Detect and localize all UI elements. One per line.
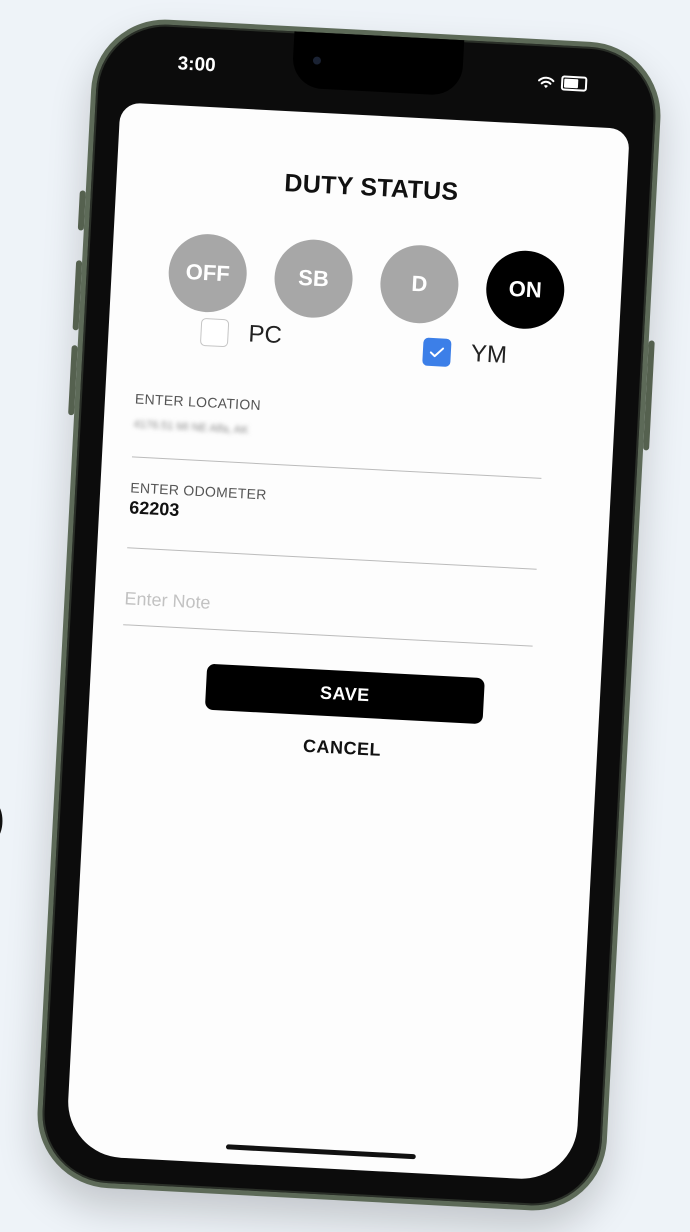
- status-on-button[interactable]: ON: [484, 248, 567, 331]
- stage: ) 3:00 DUTY STATUS OFF SB: [0, 0, 690, 1232]
- phone-frame: 3:00 DUTY STATUS OFF SB D ON PC YM ENTER…: [33, 15, 665, 1215]
- battery-icon: [560, 75, 588, 92]
- camera-icon: [312, 56, 322, 65]
- volume-up-button: [72, 260, 83, 331]
- wifi-icon: [538, 76, 555, 88]
- pc-checkbox-label: PC: [247, 320, 283, 350]
- note-input[interactable]: [123, 578, 536, 631]
- app-screen: DUTY STATUS OFF SB D ON PC YM ENTER LOCA…: [65, 102, 630, 1182]
- pc-checkbox-box[interactable]: [199, 317, 230, 348]
- power-button: [643, 340, 655, 451]
- page-title: DUTY STATUS: [283, 169, 460, 207]
- checkmark-icon: [429, 347, 445, 358]
- status-time: 3:00: [177, 53, 217, 77]
- save-button[interactable]: SAVE: [204, 663, 485, 725]
- odometer-field[interactable]: ENTER ODOMETER 62203: [127, 473, 541, 570]
- ym-checkbox-label: YM: [470, 340, 508, 369]
- status-off-button[interactable]: OFF: [166, 232, 249, 315]
- mute-switch: [77, 190, 86, 231]
- status-sb-button[interactable]: SB: [272, 237, 355, 320]
- note-field[interactable]: [123, 578, 536, 647]
- pc-checkbox[interactable]: PC: [199, 317, 283, 350]
- status-d-button[interactable]: D: [378, 243, 461, 326]
- volume-down-button: [68, 345, 78, 416]
- notch: [291, 31, 465, 97]
- edge-glyph: ): [0, 790, 5, 844]
- ym-checkbox[interactable]: YM: [422, 337, 508, 370]
- location-field[interactable]: ENTER LOCATION 4176.51 MI NE Alfa, AK: [131, 384, 546, 479]
- cancel-button[interactable]: CANCEL: [296, 734, 387, 762]
- ym-checkbox-box[interactable]: [422, 337, 452, 367]
- status-icons: [537, 74, 588, 92]
- home-indicator[interactable]: [225, 1144, 416, 1160]
